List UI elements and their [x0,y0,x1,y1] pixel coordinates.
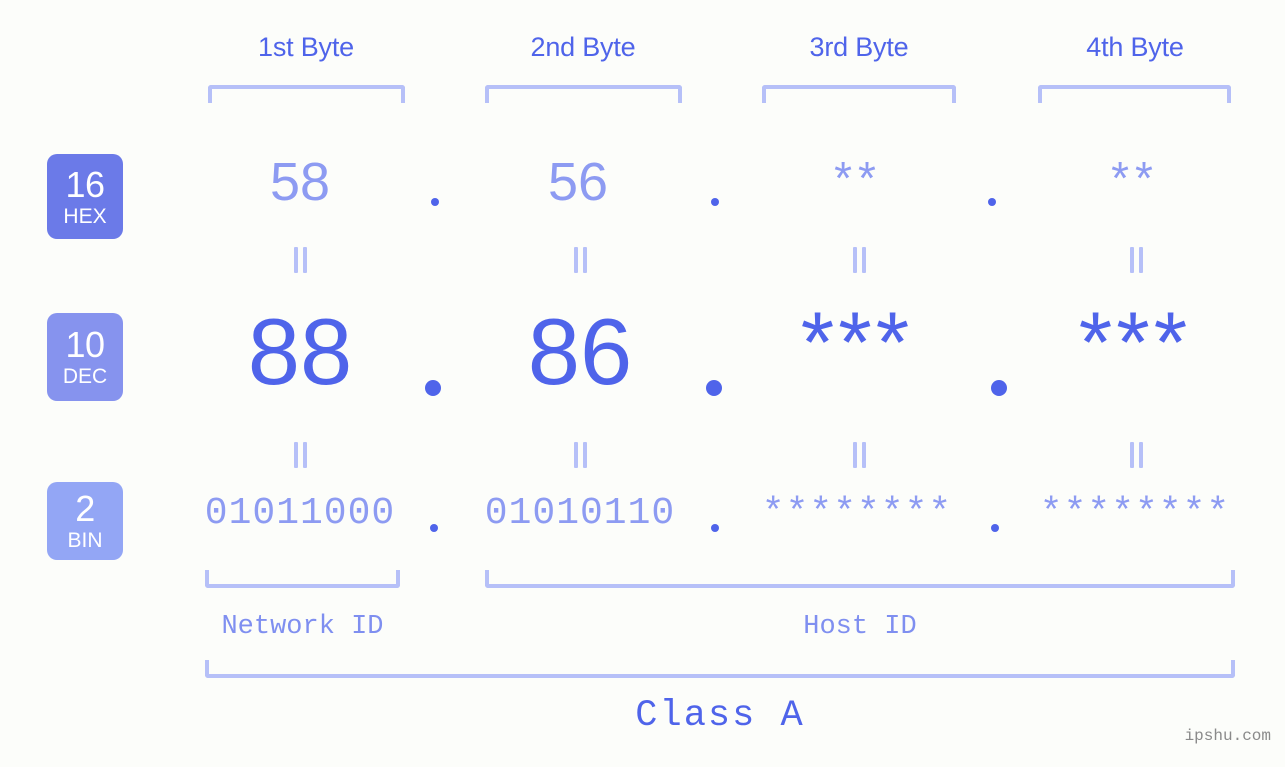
base-badge-bin-number: 2 [75,488,95,529]
byte-bracket-4 [1038,85,1231,103]
dec-dot-separator-1 [425,380,441,396]
bin-dot-separator-3 [991,524,999,532]
hex-byte-2: 56 [547,152,609,212]
byte-bracket-3 [762,85,956,103]
base-badge-dec-name: DEC [62,365,108,388]
dec-dot-separator-3 [991,380,1007,396]
bin-byte-1: 01011000 [204,492,396,535]
byte-header-2: 2nd Byte [530,32,636,62]
ip-address-breakdown-diagram: 1st Byte 2nd Byte 3rd Byte 4th Byte 16 H… [0,0,1285,767]
equals-mark-dec-bin-1 [294,442,308,468]
base-badge-bin-name: BIN [67,529,103,552]
equals-mark-hex-dec-4 [1130,247,1144,273]
hex-dot-separator-1 [431,198,439,206]
byte-bracket-1 [208,85,405,103]
class-bracket [205,660,1235,678]
hex-byte-3: ** [834,152,882,204]
dec-byte-4: *** [1078,295,1192,391]
hex-byte-4: ** [1111,152,1159,204]
dec-byte-2: 86 [527,299,633,404]
network-id-bracket [205,570,400,588]
equals-mark-dec-bin-2 [574,442,588,468]
network-id-label: Network ID [221,612,384,642]
equals-mark-hex-dec-2 [574,247,588,273]
base-badge-bin: 2 BIN [47,482,123,560]
dec-dot-separator-2 [706,380,722,396]
hex-dot-separator-2 [711,198,719,206]
dec-byte-3: *** [800,295,914,391]
host-id-bracket [485,570,1235,588]
base-badge-dec-number: 10 [65,324,105,365]
base-badge-hex-number: 16 [65,163,105,205]
equals-mark-hex-dec-1 [294,247,308,273]
host-id-label: Host ID [803,612,917,642]
hex-dot-separator-3 [988,198,996,206]
bin-dot-separator-2 [711,524,719,532]
byte-header-3: 3rd Byte [809,32,909,62]
equals-mark-hex-dec-3 [853,247,867,273]
hex-byte-1: 58 [269,152,331,212]
byte-header-1: 1st Byte [258,32,354,62]
base-badge-hex: 16 HEX [47,154,123,239]
byte-header-4: 4th Byte [1086,32,1184,62]
bin-byte-4: ******** [1039,492,1231,535]
equals-mark-dec-bin-4 [1130,442,1144,468]
dec-byte-1: 88 [247,299,353,404]
byte-bracket-2 [485,85,682,103]
bin-byte-3: ******** [761,492,953,535]
bin-byte-2: 01010110 [484,492,676,535]
base-badge-hex-name: HEX [63,204,107,228]
equals-mark-dec-bin-3 [853,442,867,468]
base-badge-dec: 10 DEC [47,313,123,401]
watermark: ipshu.com [1184,727,1271,745]
class-label: Class A [635,695,805,737]
bin-dot-separator-1 [430,524,438,532]
